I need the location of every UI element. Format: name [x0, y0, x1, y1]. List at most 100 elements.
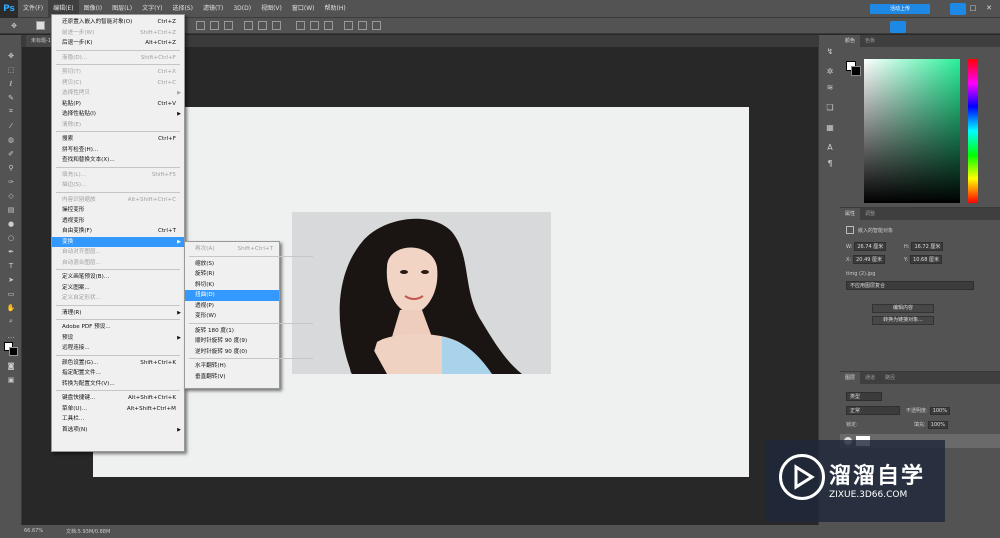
menu-9[interactable]: 窗口(W) — [287, 0, 320, 18]
background-color-swatch[interactable] — [9, 347, 18, 356]
distribute-icon[interactable] — [372, 21, 381, 30]
align-left-icon[interactable] — [244, 21, 253, 30]
menu-item[interactable]: 逆时针旋转 90 度(0) — [185, 347, 279, 358]
document-size[interactable]: 文档:5.93M/0.88M — [66, 528, 110, 535]
healing-brush-icon[interactable]: ◍ — [5, 135, 17, 144]
align-right-icon[interactable] — [272, 21, 281, 30]
layer-filter-select[interactable]: 类型 — [846, 392, 882, 401]
menu-item[interactable]: 还原置入嵌入的智能对象(O) Ctrl+Z — [52, 17, 184, 28]
extra-tools-icon[interactable]: … — [5, 331, 17, 340]
fill-input[interactable]: 100% — [927, 421, 948, 429]
hand-tool-icon[interactable]: ✋ — [5, 303, 17, 312]
color-picker-field[interactable] — [864, 59, 960, 203]
eraser-icon[interactable]: ◇ — [5, 191, 17, 200]
stamp-tool-icon[interactable]: ⚲ — [5, 163, 17, 172]
move-tool-icon[interactable]: ✥ — [5, 51, 17, 60]
history-brush-icon[interactable]: ✑ — [5, 177, 17, 186]
menu-item[interactable]: 指定配置文件... — [52, 368, 184, 379]
eyedropper-icon[interactable]: ⁄ — [5, 121, 17, 130]
edit-contents-button[interactable]: 编辑内容 — [872, 304, 934, 313]
width-input[interactable]: 26.74 厘米 — [854, 242, 887, 251]
menu-item[interactable]: 描边(S)... — [52, 180, 184, 191]
menu-item[interactable]: 前进一步(W) Shift+Ctrl+Z — [52, 28, 184, 39]
align-center-icon[interactable] — [258, 21, 267, 30]
screen-mode-icon[interactable]: ▣ — [5, 375, 17, 384]
dodge-tool-icon[interactable]: ○ — [5, 233, 17, 242]
menu-item[interactable]: 清理(R) ▶ — [52, 308, 184, 319]
menu-item[interactable]: 自动混合图层... — [52, 258, 184, 269]
blend-mode-select[interactable]: 正常 — [846, 406, 900, 415]
maximize-icon[interactable]: □ — [966, 2, 980, 14]
menu-item[interactable]: 定义自定形状... — [52, 293, 184, 304]
menu-item[interactable]: 变换 ▶ — [52, 236, 184, 247]
gradient-tool-icon[interactable]: ▤ — [5, 205, 17, 214]
menu-item[interactable]: 渐隐(D)... Shift+Ctrl+F — [52, 53, 184, 64]
auto-select-checkbox[interactable] — [36, 21, 45, 30]
bg-color-chip[interactable] — [851, 66, 861, 76]
cloud-icon[interactable] — [890, 21, 906, 33]
blur-tool-icon[interactable]: ● — [5, 219, 17, 228]
menu-item[interactable]: 查找和替换文本(X)... — [52, 155, 184, 166]
menu-item[interactable]: 填充(L)... Shift+F5 — [52, 170, 184, 181]
adjustments-icon[interactable]: ✲ — [825, 67, 835, 77]
menu-item[interactable]: 首选项(N) ▶ — [52, 425, 184, 436]
layer-comp-select[interactable]: 不应用图层复合 — [846, 281, 974, 290]
menu-item[interactable]: 拼写检查(H)... — [52, 145, 184, 156]
tab-adjustments[interactable]: 调整 — [860, 208, 880, 220]
crop-tool-icon[interactable]: ⌗ — [5, 107, 17, 116]
menu-item[interactable]: 水平翻转(H) — [185, 361, 279, 372]
menu-item[interactable]: 颜色设置(G)... Shift+Ctrl+K — [52, 358, 184, 369]
quick-mask-icon[interactable]: ◙ — [5, 361, 17, 370]
brush-tool-icon[interactable]: ✐ — [5, 149, 17, 158]
paragraph-icon[interactable]: ¶ — [825, 159, 835, 169]
align-middle-icon[interactable] — [210, 21, 219, 30]
shape-tool-icon[interactable]: ▭ — [5, 289, 17, 298]
menu-item[interactable]: 后退一步(K) Alt+Ctrl+Z — [52, 38, 184, 49]
quick-select-icon[interactable]: ✎ — [5, 93, 17, 102]
tab-paths[interactable]: 路径 — [880, 372, 900, 384]
menu-6[interactable]: 滤镜(T) — [198, 0, 228, 18]
menu-item[interactable]: 旋转(R) — [185, 269, 279, 280]
menu-item[interactable]: 键盘快捷键... Alt+Shift+Ctrl+K — [52, 393, 184, 404]
clone-source-icon[interactable]: ❏ — [825, 103, 835, 113]
menu-item[interactable]: 透视(P) — [185, 301, 279, 312]
distribute-icon[interactable] — [358, 21, 367, 30]
menu-item[interactable]: 菜单(U)... Alt+Shift+Ctrl+M — [52, 404, 184, 415]
menu-item[interactable]: 预设 ▶ — [52, 333, 184, 344]
menu-item[interactable]: 垂直翻转(V) — [185, 372, 279, 383]
menu-item[interactable]: 旋转 180 度(1) — [185, 326, 279, 337]
menu-item[interactable]: 斜切(K) — [185, 280, 279, 291]
menu-item[interactable]: 清除(E) — [52, 120, 184, 131]
menu-8[interactable]: 视图(V) — [256, 0, 287, 18]
menu-item[interactable]: 工具栏... — [52, 414, 184, 425]
menu-item[interactable]: 粘贴(P) Ctrl+V — [52, 99, 184, 110]
menu-item[interactable]: 转换为配置文件(V)... — [52, 379, 184, 390]
menu-item[interactable]: 定义画笔预设(B)... — [52, 272, 184, 283]
menu-item[interactable]: 自动对齐图层... — [52, 247, 184, 258]
x-input[interactable]: 20.49 厘米 — [853, 255, 886, 264]
menu-0[interactable]: 文件(F) — [18, 0, 48, 18]
menu-item[interactable]: 选择性粘贴(I) ▶ — [52, 109, 184, 120]
menu-item[interactable]: Adobe PDF 预设... — [52, 322, 184, 333]
menu-item[interactable]: 缩放(S) — [185, 259, 279, 270]
menu-item[interactable]: 操控变形 — [52, 205, 184, 216]
menu-10[interactable]: 帮助(H) — [320, 0, 351, 18]
menu-item[interactable]: 自由变换(F) Ctrl+T — [52, 226, 184, 237]
cloud-upload-button[interactable]: 活动上传 — [870, 4, 930, 14]
distribute-icon[interactable] — [324, 21, 333, 30]
y-input[interactable]: 10.68 厘米 — [910, 255, 942, 264]
tab-properties[interactable]: 属性 — [840, 208, 861, 220]
tab-layers[interactable]: 图层 — [840, 372, 861, 384]
menu-item[interactable]: 再次(A) Shift+Ctrl+T — [185, 244, 279, 255]
opacity-input[interactable]: 100% — [929, 407, 950, 415]
type-tool-icon[interactable]: T — [5, 261, 17, 270]
move-tool-icon[interactable]: ✥ — [8, 21, 20, 30]
align-bottom-icon[interactable] — [224, 21, 233, 30]
distribute-icon[interactable] — [344, 21, 353, 30]
convert-to-linked-button[interactable]: 转换为链接对象... — [872, 316, 934, 325]
menu-item[interactable]: 剪切(T) Ctrl+X — [52, 67, 184, 78]
zoom-tool-icon[interactable]: ⌕ — [5, 317, 17, 326]
hue-slider[interactable] — [968, 59, 978, 203]
cloud-icon[interactable] — [950, 3, 966, 15]
brush-settings-icon[interactable]: ≋ — [825, 83, 835, 93]
